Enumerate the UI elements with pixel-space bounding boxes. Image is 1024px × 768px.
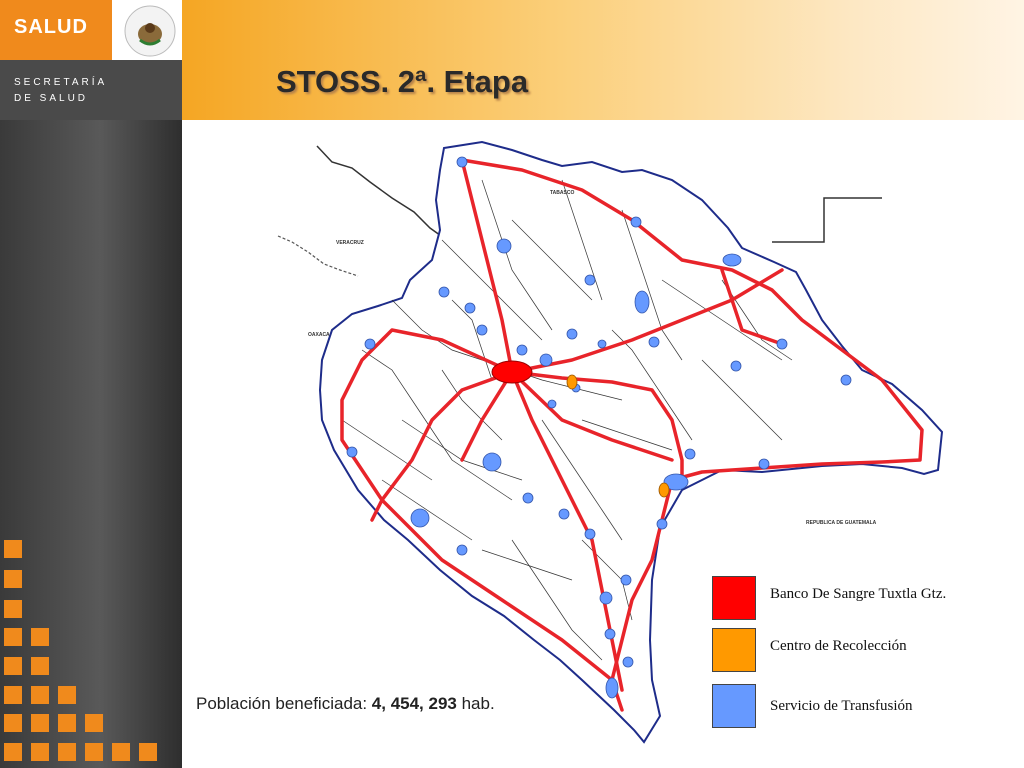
chiapas-map: TABASCO VERACRUZ OAXACA REPUBLICA DE GUA…: [277, 140, 944, 744]
site-marker: [456, 544, 468, 556]
site-marker: [522, 492, 534, 504]
header-band: [182, 0, 1024, 120]
site-marker: [758, 458, 770, 470]
site-marker: [584, 528, 596, 540]
secretaria-block: SECRETARÍA DE SALUD: [0, 60, 182, 120]
map-label-tabasco: TABASCO: [550, 190, 574, 196]
site-marker: [622, 656, 634, 668]
page-title: STOSS. 2ª. Etapa: [276, 64, 529, 99]
site-marker: [566, 328, 578, 340]
population-caption: Población beneficiada: 4, 454, 293 hab.: [196, 694, 495, 714]
site-marker: [438, 286, 450, 298]
map-label-oaxaca: OAXACA: [308, 332, 330, 338]
population-value: 4, 454, 293: [371, 694, 457, 713]
site-marker: [840, 374, 852, 386]
legend-label-centro: Centro de Recolección: [770, 638, 907, 654]
site-marker: [558, 508, 570, 520]
salud-logo: SALUD: [0, 0, 112, 60]
site-marker: [648, 336, 660, 348]
collection-center-marker: [658, 482, 670, 498]
site-marker: [476, 324, 488, 336]
map-label-veracruz: VERACRUZ: [336, 240, 364, 246]
site-marker: [597, 339, 607, 349]
map-label-guatemala: REPUBLICA DE GUATEMALA: [806, 520, 877, 526]
site-marker: [684, 448, 696, 460]
site-marker: [482, 452, 502, 472]
site-marker: [346, 446, 358, 458]
site-marker: [539, 353, 553, 367]
site-marker: [656, 518, 668, 530]
site-marker: [599, 591, 613, 605]
border-east: [772, 197, 882, 243]
site-marker: [634, 290, 650, 314]
mexico-seal-icon: [124, 5, 176, 57]
site-marker: [456, 156, 468, 168]
site-marker: [516, 344, 528, 356]
legend-label-transfusion: Servicio de Transfusión: [770, 698, 913, 714]
legend-swatch-centro: [712, 628, 756, 672]
legend-label-banco: Banco De Sangre Tuxtla Gtz.: [770, 586, 947, 602]
site-marker: [464, 302, 476, 314]
site-marker: [730, 360, 742, 372]
site-marker: [410, 508, 430, 528]
secretaria-line-2: DE SALUD: [14, 93, 89, 104]
site-marker: [630, 216, 642, 228]
secretaria-line-1: SECRETARÍA: [14, 77, 108, 88]
population-suffix: hab.: [456, 694, 495, 713]
population-prefix: Población beneficiada:: [196, 694, 372, 713]
salud-logo-text: SALUD: [14, 16, 88, 38]
site-marker: [620, 574, 632, 586]
collection-center-marker: [566, 374, 578, 390]
site-marker: [364, 338, 376, 350]
site-marker: [722, 253, 742, 267]
legend-swatch-banco: [712, 576, 756, 620]
site-marker: [584, 274, 596, 286]
blood-bank-marker: [491, 360, 533, 384]
border-north: [316, 145, 445, 239]
legend-swatch-transfusion: [712, 684, 756, 728]
site-marker: [496, 238, 512, 254]
site-marker: [776, 338, 788, 350]
site-marker: [547, 399, 557, 409]
brand-header: SALUD: [0, 0, 182, 60]
site-marker: [605, 677, 619, 699]
site-marker: [604, 628, 616, 640]
